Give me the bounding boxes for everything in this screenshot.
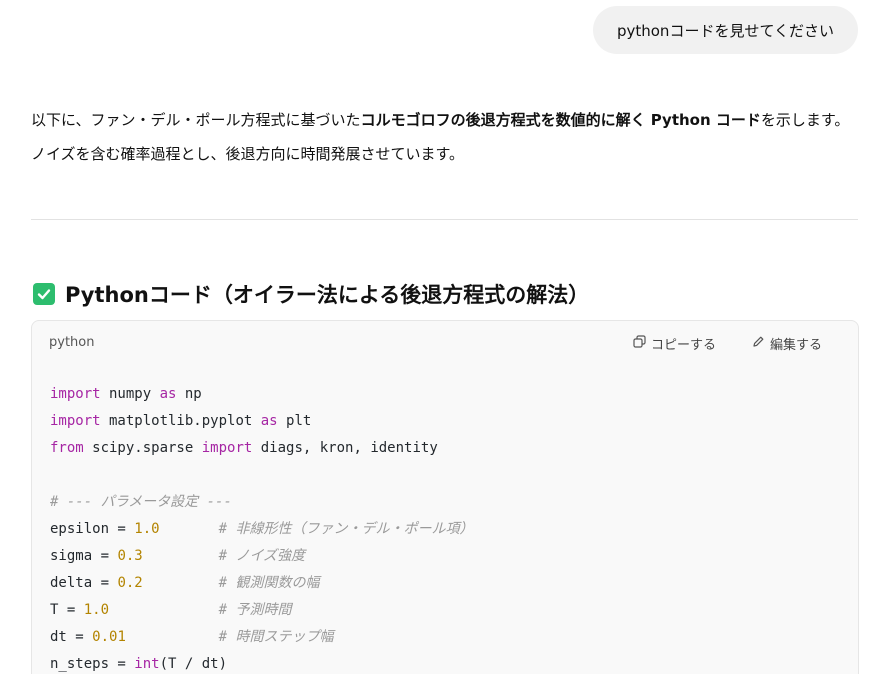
code-token: import (201, 440, 253, 456)
code-line: # --- パラメータ設定 --- (50, 489, 473, 516)
code-token: diags, kron, identity (252, 440, 438, 456)
code-token: # --- パラメータ設定 --- (50, 494, 232, 510)
code-header: python コピーする 編集する (32, 321, 858, 365)
code-token: # 時間ステップ幅 (218, 629, 334, 645)
code-line: n_steps = int(T / dt) (50, 651, 473, 674)
code-token: dt = (50, 629, 93, 645)
check-icon (33, 283, 55, 305)
code-token: # 非線形性（ファン・デル・ポール項） (218, 521, 474, 537)
code-line: epsilon = 1.0 # 非線形性（ファン・デル・ポール項） (50, 516, 473, 543)
code-line: sigma = 0.3 # ノイズ強度 (50, 543, 473, 570)
code-token: 0.3 (117, 548, 143, 564)
chat-page: pythonコードを見せてください 以下に、ファン・デル・ポール方程式に基づいた… (0, 0, 873, 674)
code-token: np (176, 386, 202, 402)
edit-button[interactable]: 編集する (752, 334, 822, 353)
code-token: n_steps = (50, 656, 135, 672)
code-token: epsilon = (50, 521, 135, 537)
code-token: # ノイズ強度 (218, 548, 306, 564)
code-token: int (134, 656, 160, 672)
code-token: import (50, 386, 101, 402)
copy-button-label: コピーする (650, 338, 716, 353)
code-token: as (159, 386, 177, 402)
code-block: python コピーする 編集する import numpy as np imp… (31, 320, 859, 674)
code-token: plt (277, 413, 312, 429)
code-token: from (50, 440, 84, 456)
code-token: # 予測時間 (218, 602, 292, 618)
code-token: import (50, 413, 101, 429)
section-heading: Pythonコード（オイラー法による後退方程式の解法） (33, 279, 589, 309)
code-token: numpy (100, 386, 160, 402)
divider (31, 219, 858, 220)
code-line: from scipy.sparse import diags, kron, id… (50, 435, 473, 462)
user-message-text: pythonコードを見せてください (616, 21, 834, 40)
code-token: matplotlib.pyplot (100, 413, 261, 429)
assistant-answer: 以下に、ファン・デル・ポール方程式に基づいたコルモゴロフの後退方程式を数値的に解… (31, 103, 861, 171)
pencil-icon (752, 335, 765, 352)
code-token: 1.0 (83, 602, 110, 618)
answer-intro-bold: コルモゴロフの後退方程式を数値的に解く Python コード (360, 111, 761, 129)
edit-button-label: 編集する (769, 338, 822, 353)
user-message-bubble: pythonコードを見せてください (592, 6, 858, 54)
code-token: as (260, 413, 278, 429)
copy-button[interactable]: コピーする (633, 334, 716, 353)
code-token: # 観測関数の幅 (218, 575, 320, 591)
code-token: sigma = (50, 548, 118, 564)
code-line: delta = 0.2 # 観測関数の幅 (50, 570, 473, 597)
code-token: 0.01 (92, 629, 126, 645)
code-line: dt = 0.01 # 時間ステップ幅 (50, 624, 473, 651)
code-line: import matplotlib.pyplot as plt (50, 408, 473, 435)
code-actions: コピーする 編集する (633, 334, 822, 353)
code-token: T = (50, 602, 84, 618)
copy-icon (633, 335, 646, 352)
code-token: 1.0 (134, 521, 160, 537)
answer-intro-text: 以下に、ファン・デル・ポール方程式に基づいた (31, 111, 361, 129)
code-token: delta = (50, 575, 118, 591)
code-token: scipy.sparse (83, 440, 202, 456)
code-token: 0.2 (117, 575, 143, 591)
code-language-label: python (49, 335, 95, 350)
code-token: (T / dt) (159, 656, 228, 672)
code-line: import numpy as np (50, 381, 473, 408)
section-title-text: Pythonコード（オイラー法による後退方程式の解法） (65, 283, 590, 307)
code-body: import numpy as np import matplotlib.pypl… (50, 381, 473, 674)
code-line: T = 1.0 # 予測時間 (50, 597, 473, 624)
